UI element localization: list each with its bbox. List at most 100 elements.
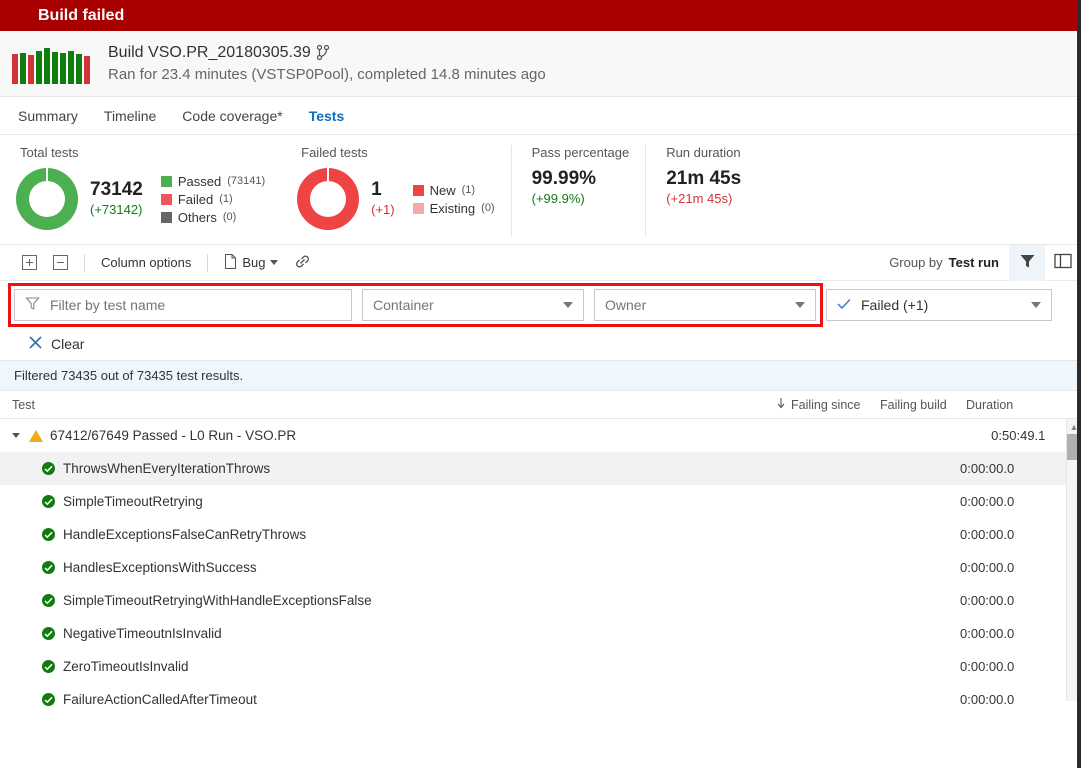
failed-tests-legend: New (1) Existing (0)	[412, 182, 495, 216]
column-header-test[interactable]: Test	[0, 398, 770, 412]
column-options-label: Column options	[101, 255, 192, 270]
table-row[interactable]: HandleExceptionsFalseCanRetryThrows 0:00:…	[0, 518, 1081, 551]
results-command-bar: Column options Bug Group by Test run	[0, 244, 1081, 281]
sparkline-bar	[44, 47, 50, 84]
metric-failed-tests: Failed tests 1 (+1) New (1) Existing (0)	[281, 145, 510, 237]
cell-test: SimpleTimeoutRetryingWithHandleException…	[0, 593, 770, 608]
table-row[interactable]: NegativeTimeoutnIsInvalid 0:00:00.0	[0, 617, 1081, 650]
filter-section: Container Owner Failed (+1)	[0, 281, 1081, 327]
sparkline-bar	[76, 53, 82, 84]
search-input[interactable]	[48, 296, 341, 314]
filter-toggle-button[interactable]	[1009, 244, 1045, 281]
container-filter-dropdown[interactable]: Container	[362, 289, 584, 321]
test-name-filter[interactable]	[14, 289, 352, 321]
metric-failed-tests-label: Failed tests	[301, 145, 368, 160]
column-header-failing-build[interactable]: Failing build	[874, 398, 960, 412]
legend-swatch-passed	[160, 175, 172, 187]
test-summary-metrics: Total tests 73142 (+73142) Passed (73141…	[0, 135, 1081, 245]
build-meta: Build VSO.PR_20180305.39 Ran for 23.4 mi…	[108, 43, 546, 85]
expand-all-button[interactable]	[14, 251, 45, 274]
funnel-icon	[25, 296, 40, 314]
chevron-down-icon	[563, 302, 573, 308]
toolbar-divider	[84, 253, 85, 272]
collapse-all-button[interactable]	[45, 251, 76, 274]
page-tabs: Summary Timeline Code coverage* Tests	[0, 97, 1081, 135]
column-header-duration[interactable]: Duration	[960, 398, 1050, 412]
funnel-icon	[1019, 253, 1036, 273]
cell-test: HandlesExceptionsWithSuccess	[0, 560, 770, 575]
metric-pass-percentage-value: 99.99%	[531, 168, 597, 189]
test-name: SimpleTimeoutRetryingWithHandleException…	[63, 593, 372, 608]
legend-count-failed: (1)	[219, 193, 233, 205]
sparkline-bar	[84, 55, 90, 84]
link-button[interactable]	[286, 250, 319, 276]
expand-all-icon	[22, 255, 37, 270]
metric-pass-percentage: Pass percentage 99.99% (+99.9%)	[510, 145, 646, 237]
cell-duration: 0:00:00.0	[960, 461, 1015, 476]
outcome-filter-dropdown[interactable]: Failed (+1)	[826, 289, 1052, 321]
legend-item-new: New (1)	[412, 182, 495, 198]
column-options-button[interactable]: Column options	[93, 251, 199, 274]
sort-down-arrow-icon	[776, 397, 786, 412]
total-tests-legend: Passed (73141) Failed (1) Others (0)	[160, 173, 266, 225]
group-by-control[interactable]: Group by Test run	[889, 255, 1009, 270]
filtered-results-summary: Filtered 73435 out of 73435 test results…	[0, 361, 1081, 391]
metric-pass-percentage-delta: (+99.9%)	[531, 191, 585, 206]
clear-filters-button[interactable]: Clear	[0, 327, 1081, 361]
window-right-edge	[1077, 0, 1081, 768]
warning-triangle-icon	[29, 429, 43, 442]
group-by-value: Test run	[948, 255, 999, 270]
check-icon	[837, 297, 851, 313]
legend-swatch-failed	[160, 193, 172, 205]
collapse-all-icon	[53, 255, 68, 270]
test-run-group-row[interactable]: 67412/67649 Passed - L0 Run - VSO.PR 0:50…	[0, 419, 1081, 452]
bug-file-icon	[224, 253, 237, 272]
pass-check-icon	[42, 594, 55, 607]
legend-label-new: New	[429, 182, 456, 198]
legend-item-failed: Failed (1)	[160, 191, 265, 207]
test-name: SimpleTimeoutRetrying	[63, 494, 203, 509]
cell-test: ZeroTimeoutIsInvalid	[0, 659, 770, 674]
tab-timeline[interactable]: Timeline	[104, 104, 156, 128]
legend-label-failed: Failed	[177, 191, 214, 207]
test-name: NegativeTimeoutnIsInvalid	[63, 626, 222, 641]
legend-label-passed: Passed	[177, 173, 222, 189]
branch-icon	[316, 45, 329, 60]
legend-swatch-others	[160, 211, 172, 223]
table-row[interactable]: SimpleTimeoutRetrying 0:00:00.0	[0, 485, 1081, 518]
build-name: Build VSO.PR_20180305.39	[108, 43, 311, 61]
build-header: Build VSO.PR_20180305.39 Ran for 23.4 mi…	[0, 31, 1081, 97]
toolbar-divider-2	[207, 253, 209, 272]
tab-tests[interactable]: Tests	[309, 104, 345, 128]
legend-swatch-existing	[412, 202, 424, 214]
table-row[interactable]: HandlesExceptionsWithSuccess 0:00:00.0	[0, 551, 1081, 584]
table-row[interactable]: ZeroTimeoutIsInvalid 0:00:00.0	[0, 650, 1081, 683]
cell-duration: 0:00:00.0	[960, 692, 1015, 707]
failed-tests-donut	[297, 168, 360, 230]
cell-test: ThrowsWhenEveryIterationThrows	[0, 461, 770, 476]
table-row[interactable]: SimpleTimeoutRetryingWithHandleException…	[0, 584, 1081, 617]
cell-duration: 0:00:00.0	[960, 494, 1015, 509]
test-name: HandlesExceptionsWithSuccess	[63, 560, 257, 575]
sparkline-bar	[36, 50, 42, 84]
test-name: FailureActionCalledAfterTimeout	[63, 692, 257, 707]
legend-item-passed: Passed (73141)	[160, 173, 266, 189]
owner-filter-label: Owner	[605, 297, 647, 313]
metric-failed-tests-value: 1	[371, 179, 382, 200]
metric-total-tests: Total tests 73142 (+73142) Passed (73141…	[0, 145, 281, 237]
sparkline-bar	[52, 51, 58, 84]
legend-count-passed: (73141)	[227, 175, 266, 187]
table-row[interactable]: ThrowsWhenEveryIterationThrows 0:00:00.0	[0, 452, 1081, 485]
column-header-failing-since[interactable]: Failing since	[770, 397, 874, 412]
owner-filter-dropdown[interactable]: Owner	[594, 289, 816, 321]
test-name: 67412/67649 Passed - L0 Run - VSO.PR	[50, 428, 297, 443]
chevron-down-icon[interactable]	[12, 433, 20, 438]
tab-summary[interactable]: Summary	[18, 104, 78, 128]
bug-button[interactable]: Bug	[216, 250, 286, 276]
chevron-down-icon	[270, 260, 279, 265]
tab-code-coverage[interactable]: Code coverage*	[182, 104, 282, 128]
table-row[interactable]: FailureActionCalledAfterTimeout 0:00:00.0	[0, 683, 1081, 716]
cell-duration: 0:00:00.0	[960, 560, 1015, 575]
side-panel-toggle-button[interactable]	[1045, 245, 1081, 281]
group-by-label: Group by	[889, 255, 943, 270]
